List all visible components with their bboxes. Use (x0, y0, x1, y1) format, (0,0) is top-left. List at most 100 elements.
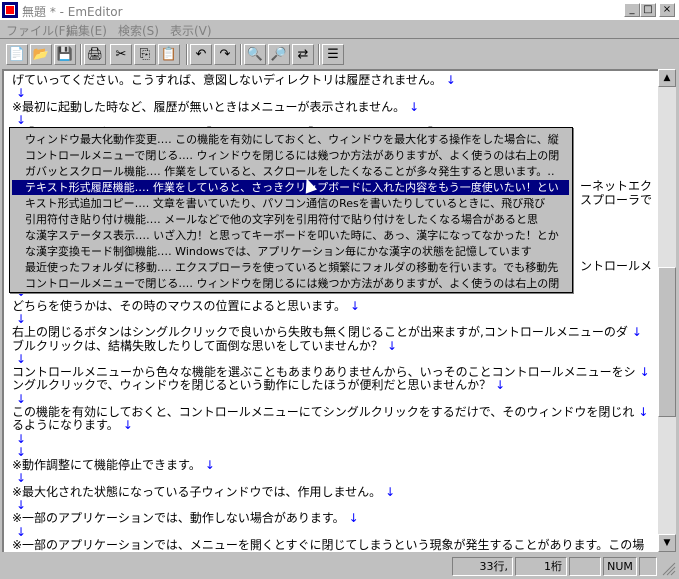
undo-icon[interactable]: ↶ (190, 44, 212, 65)
popup-menu-item[interactable]: 引用符付き貼り付け機能‥‥ メールなどで他の文字列を引用符付で貼り付けをしたくな… (12, 212, 569, 227)
line-text: この機能を有効にしておくと、コントロールメニューにてシングルクリックをするだけで… (12, 405, 635, 419)
text-line: スプローラで (580, 193, 652, 207)
replace-icon[interactable]: ⇄ (292, 44, 314, 65)
line-break-icon: ↓ (122, 418, 133, 433)
text-line: ※動作調整にて機能停止できます。 ↓ (12, 458, 215, 472)
line-text: ングルクリックで、ウィンドウを閉じるという動作にしたほうが便利だと思いませんか？ (12, 378, 492, 393)
line-break-icon: ↓ (16, 86, 27, 101)
line-break-icon: ↓ (16, 497, 27, 512)
clipboard-history-popup: ウィンドウ最大化動作変更‥‥ この機能を有効にしておくと、ウィンドウを最大化する… (9, 127, 573, 293)
title-bar: 無題 * - EmEditor _ □ × (0, 0, 679, 20)
line-text: 右上の閉じるボタンはシングルクリックで良いから失敗も無く閉じることが出来ますが,… (12, 325, 628, 340)
text-line: ブルクリックは、結構失敗したりして面倒な思いをしていませんか？ ↓ (12, 339, 397, 353)
line-break-icon: ↓ (631, 325, 642, 340)
text-line: どちらを使うかは、その時のマウスの位置によると思います。 ↓ (12, 299, 360, 313)
text-line: 右上の閉じるボタンはシングルクリックで良いから失敗も無く閉じることが出来ますが,… (12, 325, 642, 339)
status-blank-2 (639, 557, 657, 576)
text-line: ングルクリックで、ウィンドウを閉じるという動作にしたほうが便利だと思いませんか？… (12, 378, 505, 392)
cut-icon[interactable]: ✂ (110, 44, 132, 65)
line-break-icon: ↓ (495, 378, 506, 393)
vertical-scrollbar[interactable]: ▲ ▼ (658, 69, 676, 552)
menu-view[interactable]: 表示(V) (170, 22, 212, 39)
text-line: ↓ (12, 498, 26, 512)
line-break-icon: ↓ (16, 471, 27, 486)
line-text: ※最大化された状態になっている子ウィンドウでは、作用しません。 (12, 484, 382, 499)
line-text: スプローラで (579, 192, 652, 207)
text-line: ↓ (12, 86, 26, 100)
line-break-icon: ↓ (16, 391, 27, 406)
scroll-down-arrow-icon[interactable]: ▼ (658, 534, 676, 552)
line-text: ※動作調整にて機能停止できます。 (12, 458, 201, 473)
line-break-icon: ↓ (385, 484, 396, 499)
text-line: ※一部のアプリケーションでは、動作しない場合があります。 ↓ (12, 511, 359, 525)
toolbar-separator (240, 44, 242, 65)
scroll-up-arrow-icon[interactable]: ▲ (658, 69, 676, 87)
minimize-button[interactable]: _ (624, 3, 640, 17)
menu-bar: ファイル(F) 編集(E) 検索(S) 表示(V) (0, 20, 679, 38)
text-line: ↓ (12, 471, 26, 485)
status-column: 1桁 (515, 557, 567, 576)
save-icon[interactable]: 💾 (54, 44, 76, 65)
line-text: ブルクリックは、結構失敗したりして面倒な思いをしていませんか？ (12, 338, 383, 353)
popup-menu-item[interactable]: コントロールメニューで閉じる‥‥ ウィンドウを閉じるには幾つか方法がありますが、… (12, 148, 569, 163)
window-title: 無題 * - EmEditor (22, 5, 123, 19)
text-line: ↓ (12, 525, 26, 539)
line-text: るようになります。 (12, 418, 119, 433)
toolbar-separator (186, 44, 188, 65)
find-icon[interactable]: 🔍 (244, 44, 266, 65)
text-line: ↓ (12, 432, 26, 446)
copy-icon[interactable]: ⎘ (134, 44, 156, 65)
popup-menu-item[interactable]: な漢字ステータス表示‥‥ いざ入力！と思ってキーボードを叩いた時に、あっ、漢字に… (12, 228, 569, 243)
line-break-icon: ↓ (16, 524, 27, 539)
status-blank (569, 557, 601, 576)
scroll-thumb[interactable] (658, 267, 676, 417)
find-next-icon[interactable]: 🔎 (268, 44, 290, 65)
new-file-icon[interactable]: 📄 (6, 44, 28, 65)
popup-menu-item[interactable]: 最近使ったフォルダに移動‥‥ エクスプローラを使っていると頻繁にフォルダの移動を… (12, 260, 569, 275)
line-break-icon: ↓ (409, 99, 420, 114)
print-icon[interactable]: 🖨 (84, 44, 106, 65)
line-text: ※一部のアプリケーションでは、メニューを開くとすぐに閉じてしまうという現象が発生… (12, 537, 645, 552)
status-line: 33行, (452, 557, 513, 576)
toolbar-separator (318, 44, 320, 65)
popup-menu-item[interactable]: な漢字変換モード制御機能‥‥ Windowsでは、アプリケーション毎にかな漢字の… (12, 244, 569, 259)
line-text: ーネットエク (579, 179, 652, 194)
line-text: げていってください。こうすれば、意図しないディレクトリは履歴されません。 (12, 73, 442, 87)
text-line: ントロールメ (580, 259, 652, 273)
popup-menu-item[interactable]: ウィンドウ最大化動作変更‥‥ この機能を有効にしておくと、ウィンドウを最大化する… (12, 132, 569, 147)
line-text: ※最初に起動した時など、履歴が無いときはメニューが表示されません。 (12, 99, 406, 114)
text-line: ↓ (12, 312, 26, 326)
open-folder-icon[interactable]: 📂 (30, 44, 52, 65)
paste-icon[interactable]: 📋 (158, 44, 180, 65)
list-icon[interactable]: ☰ (322, 44, 344, 65)
toolbar-separator (80, 44, 82, 65)
menu-search[interactable]: 検索(S) (118, 22, 159, 39)
close-button[interactable]: × (659, 3, 675, 17)
text-line: るようになります。 ↓ (12, 418, 133, 432)
line-break-icon: ↓ (386, 338, 397, 353)
line-text: ントロールメ (579, 258, 652, 273)
line-break-icon: ↓ (16, 444, 27, 459)
app-icon[interactable] (2, 2, 18, 18)
redo-icon[interactable]: ↷ (214, 44, 236, 65)
menu-file[interactable]: ファイル(F) (6, 22, 70, 39)
popup-menu-item[interactable]: キスト形式追加コピー‥‥ 文章を書いていたり、パソコン通信のResを書いたりして… (12, 196, 569, 211)
popup-menu-item[interactable]: テキスト形式履歴機能‥‥ 作業をしていると、さっきクリップボードに入れた内容をも… (12, 180, 569, 195)
maximize-button[interactable]: □ (640, 3, 656, 17)
line-break-icon: ↓ (16, 431, 27, 446)
text-line: ※最大化された状態になっている子ウィンドウでは、作用しません。 ↓ (12, 485, 395, 499)
text-line: ※一部のアプリケーションでは、メニューを開くとすぐに閉じてしまうという現象が発生… (12, 538, 644, 552)
popup-menu-item[interactable]: コントロールメニューで閉じる‥‥ ウィンドウを閉じるには幾つか方法がありますが、… (12, 276, 569, 291)
line-break-icon: ↓ (639, 365, 650, 380)
line-text: ※一部のアプリケーションでは、動作しない場合があります。 (12, 511, 345, 526)
text-line: ↓ (12, 392, 26, 406)
line-text: どちらを使うかは、その時のマウスの位置によると思います。 (12, 298, 346, 313)
line-break-icon: ↓ (16, 312, 27, 327)
resize-grip-icon[interactable] (662, 562, 676, 576)
line-break-icon: ↓ (445, 73, 456, 87)
popup-menu-item[interactable]: ガバッとスクロール機能‥‥ 作業をしていると、スクロールをしたくなることが多々発… (12, 164, 569, 179)
line-break-icon: ↓ (16, 351, 27, 366)
menu-edit[interactable]: 編集(E) (66, 22, 107, 39)
toolbar: 📄 📂 💾 🖨 ✂ ⎘ 📋 ↶ ↷ 🔍 🔎 ⇄ ☰ (0, 38, 679, 68)
text-line: ↓ (12, 352, 26, 366)
